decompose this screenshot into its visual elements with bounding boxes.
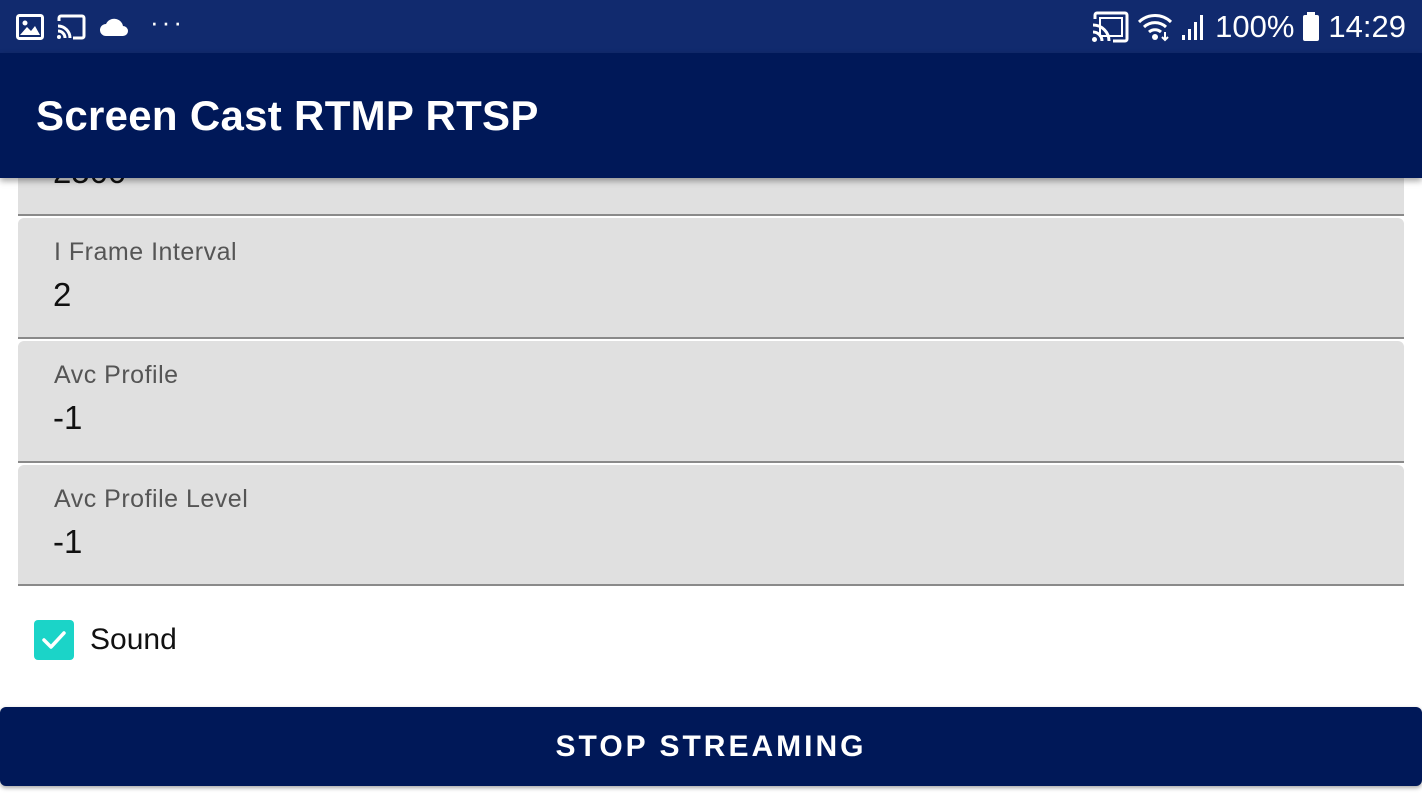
image-icon <box>16 13 44 40</box>
wifi-icon <box>1137 12 1173 42</box>
avc-profile-level-field[interactable]: Avc Profile Level -1 <box>18 465 1404 586</box>
screen: ··· 100% 14:29 Screen Cast RTMP RTSP I F… <box>0 0 1422 800</box>
stop-streaming-button[interactable]: STOP STREAMING <box>0 707 1422 786</box>
cast-connected-icon <box>1091 11 1129 43</box>
iframe-interval-label: I Frame Interval <box>54 238 238 266</box>
cast-icon <box>56 14 86 40</box>
iframe-interval-field[interactable]: I Frame Interval 2 <box>18 218 1404 339</box>
avc-profile-label: Avc Profile <box>54 361 179 389</box>
sound-label: Sound <box>90 623 177 656</box>
more-dots-icon: ··· <box>150 6 185 37</box>
signal-icon <box>1181 13 1207 41</box>
status-time: 14:29 <box>1328 8 1406 44</box>
avc-profile-level-label: Avc Profile Level <box>54 485 249 513</box>
status-bar-left: ··· <box>16 9 185 40</box>
battery-percentage: 100% <box>1215 8 1295 44</box>
avc-profile-field[interactable]: Avc Profile -1 <box>18 341 1404 463</box>
avc-profile-value: -1 <box>53 399 83 436</box>
sound-checkbox[interactable] <box>34 620 74 660</box>
stop-streaming-label: STOP STREAMING <box>555 729 867 763</box>
battery-icon <box>1302 11 1320 42</box>
cloud-icon <box>98 16 130 38</box>
status-bar-right: 100% 14:29 <box>1083 9 1406 45</box>
status-bar: ··· 100% 14:29 <box>0 0 1422 53</box>
app-bar: Screen Cast RTMP RTSP <box>0 53 1422 178</box>
checkmark-icon <box>42 631 66 649</box>
iframe-interval-value: 2 <box>53 276 72 313</box>
avc-profile-level-value: -1 <box>53 523 83 560</box>
sound-row: Sound <box>34 620 177 660</box>
app-title: Screen Cast RTMP RTSP <box>36 91 539 139</box>
